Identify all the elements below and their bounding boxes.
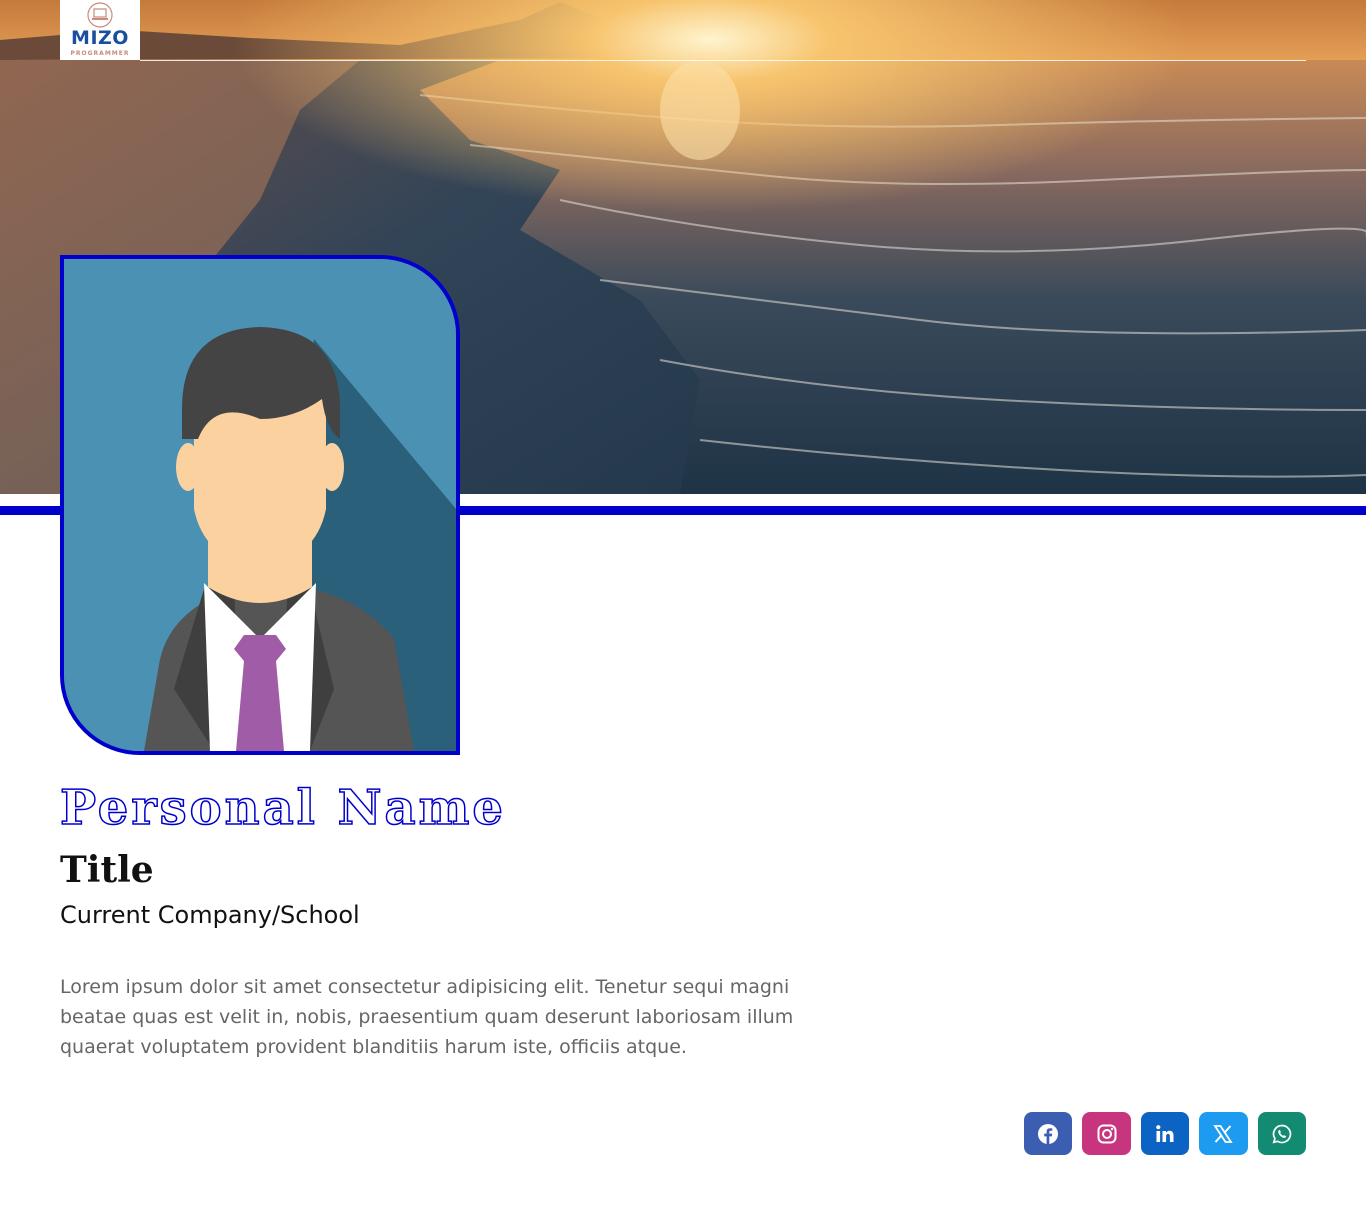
facebook-button[interactable] bbox=[1023, 1112, 1073, 1155]
social-links bbox=[1023, 1112, 1306, 1155]
x-icon bbox=[1213, 1124, 1234, 1143]
whatsapp-button[interactable] bbox=[1257, 1112, 1306, 1155]
linkedin-icon bbox=[1156, 1124, 1174, 1142]
personal-name: Personal Name bbox=[59, 779, 506, 837]
logo-text: MIZO bbox=[71, 27, 129, 49]
current-company: Current Company/School bbox=[60, 901, 360, 929]
bio-text: Lorem ipsum dolor sit amet consectetur a… bbox=[60, 976, 794, 1058]
laptop-logo-icon bbox=[87, 2, 113, 28]
logo-subtext: PROGRAMMER bbox=[70, 50, 130, 57]
x-button[interactable] bbox=[1199, 1112, 1248, 1155]
job-title: Title bbox=[60, 849, 154, 891]
linkedin-button[interactable] bbox=[1140, 1112, 1190, 1155]
logo[interactable]: MIZO PROGRAMMER bbox=[60, 0, 140, 60]
instagram-button[interactable] bbox=[1082, 1112, 1131, 1155]
facebook-icon bbox=[1038, 1123, 1059, 1144]
profile-picture bbox=[60, 255, 460, 755]
instagram-icon bbox=[1097, 1124, 1117, 1143]
header-divider bbox=[140, 60, 1306, 61]
whatsapp-icon bbox=[1272, 1124, 1292, 1144]
avatar-illustration bbox=[64, 259, 456, 751]
